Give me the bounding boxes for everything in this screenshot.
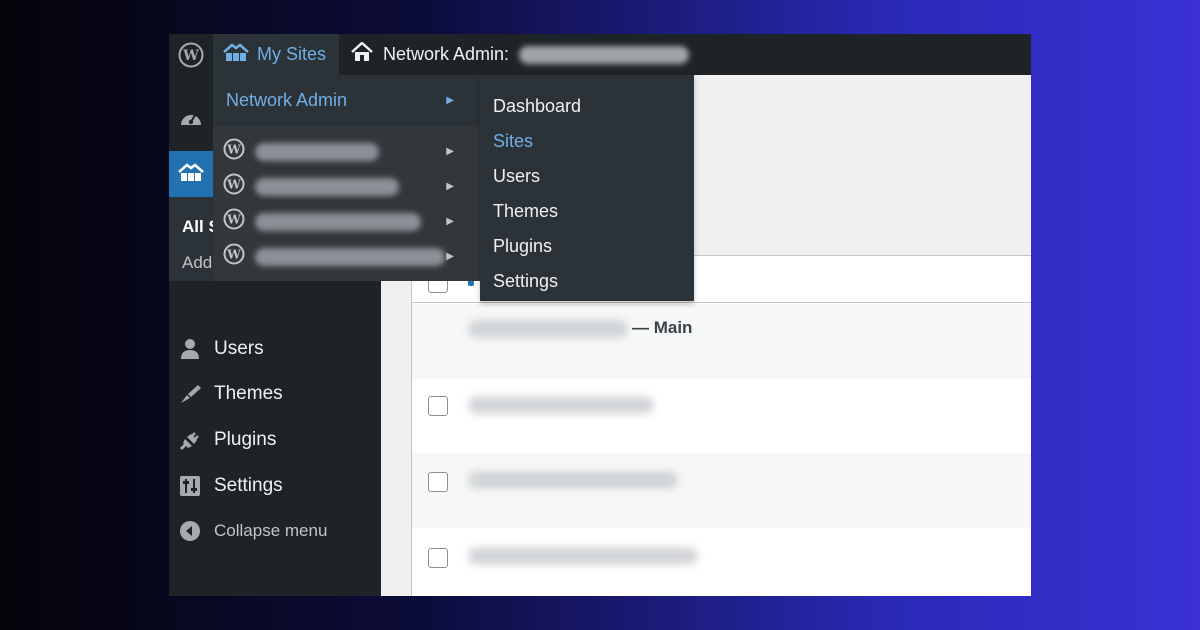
sites-icon [177,161,205,188]
submenu-add-site[interactable]: Add [182,253,212,273]
network-admin-menu-item[interactable]: Network Admin ▶ [213,75,480,126]
plug-icon [178,428,202,452]
site-list-item[interactable]: W ▶ [213,169,480,204]
sidebar-item-themes[interactable]: Themes [169,374,381,414]
redacted-site-url[interactable] [468,547,698,565]
admin-bar: W My Sites Network Admin: [169,34,1031,75]
row-checkbox[interactable] [428,396,448,416]
wordpress-site-icon: W [223,208,245,235]
submenu-item-plugins[interactable]: Plugins [480,229,694,264]
wordpress-logo-icon[interactable]: W [169,34,213,75]
submenu-arrow-icon: ▶ [446,95,454,106]
wordpress-site-icon: W [223,243,245,270]
submenu-item-sites[interactable]: Sites [480,124,694,159]
network-admin-menu-label: Network Admin [226,90,348,110]
main-site-label: — Main [632,318,693,337]
my-sites-icon [223,41,249,68]
home-icon [351,41,373,67]
brush-icon [178,382,202,406]
svg-text:W: W [182,48,199,64]
table-row: — Main [412,304,1031,379]
submenu-item-settings[interactable]: Settings [480,264,694,299]
browser-frame: W My Sites Network Admin: All S Add User… [169,34,1031,596]
table-row [412,453,1031,528]
submenu-arrow-icon: ▶ [446,216,454,227]
row-checkbox[interactable] [428,548,448,568]
sidebar-item-users[interactable]: Users [169,329,381,369]
redacted-site-url[interactable] [468,471,678,489]
submenu-item-themes[interactable]: Themes [480,194,694,229]
sidebar-item-plugins[interactable]: Plugins [169,420,381,460]
svg-text:W: W [226,143,241,157]
user-icon [178,337,202,361]
submenu-arrow-icon: ▶ [446,251,454,262]
network-admin-link[interactable]: Network Admin: [339,34,690,75]
svg-text:W: W [226,213,241,227]
svg-text:W: W [226,178,241,192]
site-list-item[interactable]: W ▶ [213,134,480,169]
collapse-menu-button[interactable]: Collapse menu [169,511,381,551]
submenu-arrow-icon: ▶ [446,181,454,192]
network-admin-submenu: Dashboard Sites Users Themes Plugins Set… [480,75,694,301]
sidebar-item-label: Users [214,338,264,359]
sidebar-item-settings[interactable]: Settings [169,466,381,506]
my-sites-label: My Sites [257,44,327,64]
network-admin-label: Network Admin: [383,44,510,64]
wordpress-site-icon: W [223,173,245,200]
table-row [412,379,1031,453]
sidebar-item-label: Collapse menu [214,521,328,540]
wordpress-site-icon: W [223,138,245,165]
settings-icon [178,474,202,498]
redacted-site-name [255,212,421,231]
sidebar-item-label: Themes [214,383,283,404]
sidebar-item-label: Settings [214,475,283,496]
submenu-arrow-icon: ▶ [446,146,454,157]
dashboard-icon[interactable] [169,97,213,141]
redacted-site-name [255,247,445,266]
my-sites-menu-button[interactable]: My Sites [213,34,339,75]
site-list-item[interactable]: W ▶ [213,204,480,239]
site-list: W ▶ W ▶ W ▶ W ▶ [213,126,480,281]
collapse-icon [178,519,202,543]
redacted-site-url[interactable] [468,396,654,414]
my-sites-dropdown: Network Admin ▶ W ▶ W ▶ W ▶ W ▶ [213,75,480,281]
redacted-site-name [255,142,379,161]
row-checkbox[interactable] [428,472,448,492]
submenu-item-dashboard[interactable]: Dashboard [480,89,694,124]
site-list-item[interactable]: W ▶ [213,239,480,274]
table-row [412,528,1031,596]
sidebar-item-label: Plugins [214,429,277,450]
sites-table: — Main [411,255,1031,596]
redacted-site-url[interactable] [468,320,628,338]
svg-text:W: W [226,248,241,262]
redacted-network-name [519,45,690,64]
redacted-site-name [255,177,399,196]
submenu-item-users[interactable]: Users [480,159,694,194]
